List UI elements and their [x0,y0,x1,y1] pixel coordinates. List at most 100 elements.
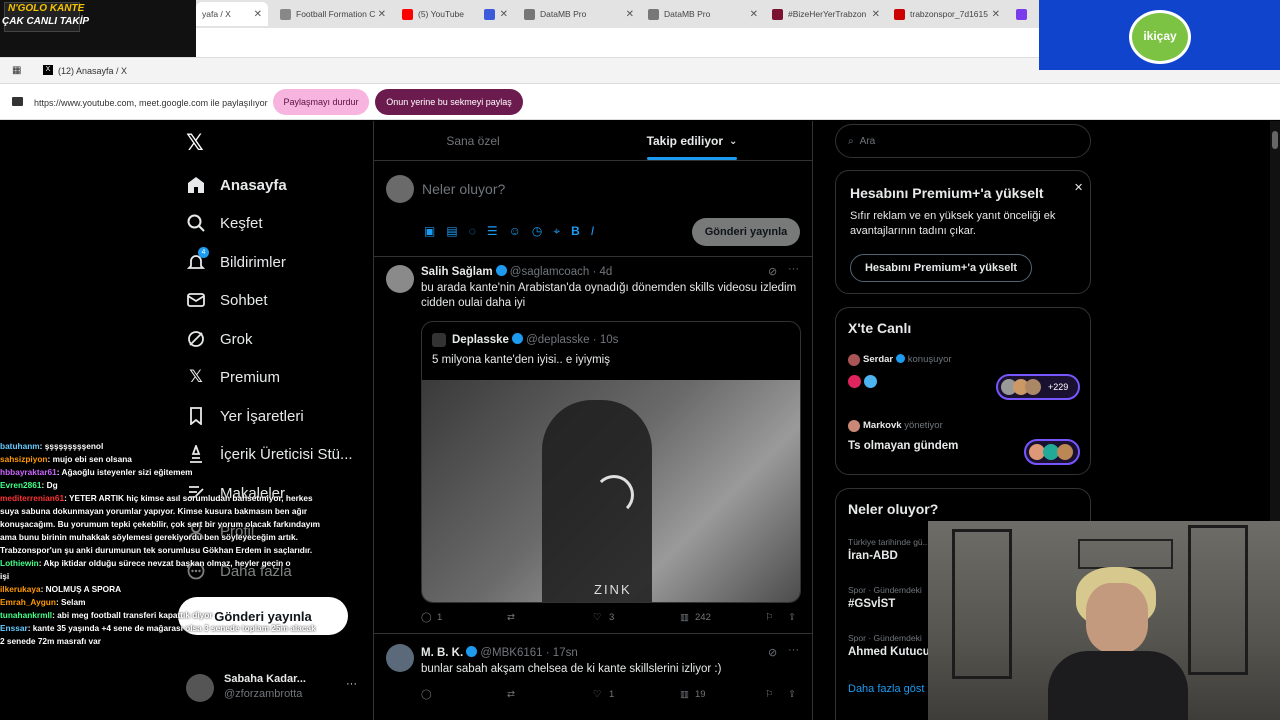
tab-for-you[interactable]: Sana özel [374,121,572,161]
quote-header: Deplasske @deplasske · 10s [452,333,619,346]
retweet-icon[interactable]: ⇄ [507,612,515,623]
chat-message: işi [0,570,372,583]
share-icon[interactable]: ⇪ [788,689,796,700]
listener-avatar [1057,444,1073,460]
tweet[interactable]: Salih Sağlam @saglamcoach · 4d ⊘ ··· bu … [374,257,812,631]
composer-post-button[interactable]: Gönderi yayınla [692,218,800,246]
close-tab-icon[interactable]: ✕ [626,9,634,20]
nav-grok[interactable]: Grok [186,324,253,354]
tweet-more-icon[interactable]: ··· [788,644,799,656]
premium-upgrade-button[interactable]: Hesabını Premium+'a yükselt [850,254,1032,282]
poll-icon[interactable]: ☰ [487,224,498,240]
scrollbar-thumb[interactable] [1272,131,1278,149]
browser-tab[interactable]: Football Formation C ✕ [274,2,392,26]
quote-tweet[interactable]: Deplasske @deplasske · 10s 5 milyona kan… [421,321,801,603]
italic-icon[interactable]: I [591,224,594,240]
like-icon[interactable]: ♡ [593,689,602,700]
close-icon[interactable]: ✕ [1074,181,1083,194]
screen-share-icon [12,97,23,106]
nav-notifications[interactable]: 4 Bildirimler [186,247,286,277]
s-icon [1016,8,1027,20]
grok-explain-icon[interactable]: ⊘ [768,646,777,659]
chat-username: Enssar [0,623,28,633]
composer-toolbar: ▣ ▤ ◌ ☰ ☺ ◷ ⌖ B I [424,224,684,240]
datamb-icon [524,8,535,20]
stream-logo: N'GOLO KANTE ÇAK CANLI TAKİP [0,0,196,57]
show-more-link[interactable]: Daha fazla göst [848,683,924,695]
tweet-time[interactable]: 17sn [553,647,578,659]
quote-video[interactable]: ZINK [422,380,800,602]
retweet-icon[interactable]: ⇄ [507,689,515,700]
host-role: konuşuyor [907,354,952,365]
gif-icon[interactable]: ▤ [446,224,457,240]
nav-home[interactable]: Anasayfa [186,170,287,200]
chat-message: sahsizpiyon: mujo ebi sen olsana [0,453,372,466]
premium-body: Sıfır reklam ve en yüksek yanıt önceliği… [850,210,1056,237]
browser-tab[interactable]: DataMB Pro ✕ [642,2,764,26]
nav-premium[interactable]: 𝕏 Premium [186,362,280,392]
host-avatar [848,420,860,432]
close-tab-icon[interactable]: ✕ [378,9,386,20]
nav-explore[interactable]: Keşfet [186,208,263,238]
grok-explain-icon[interactable]: ⊘ [768,265,777,278]
space-listeners[interactable] [1024,439,1080,465]
browser-tab[interactable]: yafa / X ✕ [196,2,268,26]
verified-icon [495,265,507,276]
trend-item[interactable]: Spor · Gündemdeki Ahmed Kutucu [848,633,930,658]
search-input[interactable]: ⌕ Ara [835,124,1091,158]
chat-message: 2 senede 72m masrafı var [0,635,372,648]
browser-tab[interactable] [478,2,516,26]
trend-item[interactable]: Spor · Gündemdeki #GSvİST [848,585,922,610]
close-tab-icon[interactable]: ✕ [872,9,880,20]
trend-name: İran-ABD [848,550,898,562]
grid-icon[interactable]: ▦ [12,65,21,76]
tweet-time[interactable]: 4d [599,266,612,278]
image-icon[interactable]: ▣ [424,224,435,240]
schedule-icon[interactable]: ◷ [532,224,542,240]
bold-icon[interactable]: B [571,224,580,240]
views-icon[interactable]: ▥ [680,612,689,623]
like-icon[interactable]: ♡ [593,612,602,623]
emoji-icon[interactable]: ☺ [509,224,521,240]
feed-tabs: Sana özel Takip ediliyor ⌄ [374,121,812,161]
share-bar: https://www.youtube.com, meet.google.com… [0,84,1280,120]
browser-tab[interactable]: DataMB Pro ✕ [518,2,640,26]
stop-sharing-button[interactable]: Paylaşmayı durdur [273,89,369,115]
share-icon[interactable]: ⇪ [788,612,796,623]
chat-message: Enssar: kante 35 yaşında +4 sene de mağa… [0,622,372,635]
browser-tab[interactable] [1010,2,1040,26]
tweet-author[interactable]: Salih Sağlam [421,266,493,278]
close-tab-icon[interactable]: ✕ [992,9,1000,20]
tab-following[interactable]: Takip ediliyor ⌄ [610,121,774,161]
sponsor-name: ikiçay [1143,29,1177,43]
tweet-author[interactable]: M. B. K. [421,647,463,659]
browser-tab[interactable]: trabzonspor_7d1615 ✕ [888,2,1006,26]
bell-icon: 4 [186,247,209,272]
close-tab-icon[interactable]: ✕ [254,9,262,20]
tweet-more-icon[interactable]: ··· [788,263,799,275]
wall-frame [1078,539,1173,569]
bookmark-icon[interactable]: ⚐ [765,612,774,623]
space-title[interactable]: Ts olmayan gündem [848,440,958,452]
tweet[interactable]: M. B. K. @MBK6161 · 17sn ⊘ ··· bunlar sa… [374,634,812,720]
tweet-avatar[interactable] [386,644,414,672]
nav-label: Premium [220,368,281,386]
nav-bookmarks[interactable]: Yer İşaretleri [186,401,304,431]
x-logo-icon[interactable]: 𝕏 [186,130,204,156]
location-icon[interactable]: ⌖ [553,224,560,240]
reply-icon[interactable]: ◯ [421,612,432,623]
share-this-tab-button[interactable]: Onun yerine bu sekmeyi paylaş [375,89,523,115]
close-tab-icon[interactable]: ✕ [750,9,758,20]
space-listeners[interactable]: +229 [996,374,1080,400]
tweet-avatar[interactable] [386,265,414,293]
reply-icon[interactable]: ◯ [421,689,432,700]
blue-circle-icon [864,375,877,388]
trend-item[interactable]: Türkiye tarihinde gü... İran-ABD [848,537,930,562]
bookmark-icon[interactable]: ⚐ [765,689,774,700]
listener-avatar [1025,379,1041,395]
grok-icon[interactable]: ◌ [469,224,476,240]
nav-messages[interactable]: Sohbet [186,285,268,315]
composer-input[interactable]: Neler oluyor? [422,181,505,197]
views-icon[interactable]: ▥ [680,689,689,700]
browser-tab[interactable]: #BizeHerYerTrabzon ✕ [766,2,886,26]
